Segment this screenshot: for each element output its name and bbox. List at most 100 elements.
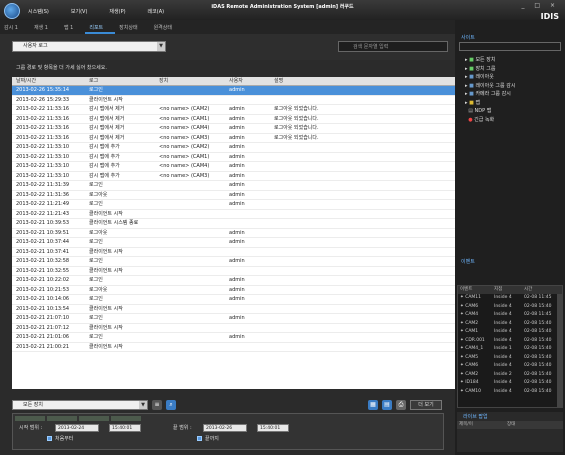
table-row[interactable]: 2013-02-21 10:14:06 로그인 admin — [12, 295, 465, 305]
table-view-icon[interactable]: ▤ — [382, 400, 392, 410]
table-row[interactable]: 2013-02-21 10:37:44 로그인 admin — [12, 238, 465, 248]
start-date-field[interactable]: 2013-02-24 — [55, 424, 99, 432]
table-row[interactable]: 2013-02-26 15:29:33 클라이언트 시작 — [12, 96, 465, 105]
tree-camera-group[interactable]: ▸ ■ 카메라 그룹 감시 — [455, 90, 565, 99]
table-row[interactable]: 2013-02-22 11:31:36 로그아웃 admin — [12, 191, 465, 200]
table-cell: 2013-02-22 11:21:49 — [16, 201, 70, 207]
tree-all-devices[interactable]: ▸ ■ 모든 장치 — [455, 56, 565, 65]
log-type-select[interactable]: 사용자 로그 ▼ — [12, 41, 166, 52]
start-time-field[interactable]: 15:40:01 — [109, 424, 141, 432]
event-col-event[interactable]: 이벤트 — [458, 286, 494, 294]
table-cell — [272, 276, 452, 285]
col-log[interactable]: 로그 — [87, 77, 157, 85]
table-row[interactable]: 2013-02-21 10:22:02 로그인 admin — [12, 276, 465, 286]
table-row[interactable]: 2013-02-21 10:37:41 클라이언트 시작 — [12, 248, 465, 257]
tree-device-group[interactable]: ▸ ■ 장치 그룹 — [455, 65, 565, 74]
event-row[interactable]: ✦ CAM6 Inside 4 02-08 15:40 — [458, 303, 562, 312]
event-row[interactable]: ✦ CDR.001 Inside 4 02-08 15:40 — [458, 337, 562, 346]
table-cell: admin — [229, 286, 245, 293]
tree-layout-group[interactable]: ▸ ■ 레이아웃 그룹 감시 — [455, 82, 565, 91]
event-row[interactable]: ✦ CAM6 Inside 4 02-08 15:40 — [458, 362, 562, 371]
grid-icon[interactable]: ▦ — [368, 400, 378, 410]
print-icon[interactable]: ⎙ — [396, 400, 406, 410]
table-cell: 2013-02-21 10:37:44 — [16, 239, 70, 245]
event-row[interactable]: ✦ CAM10 Inside 4 02-08 15:40 — [458, 388, 562, 397]
table-row[interactable]: 2013-02-21 10:13:54 클라이언트 시작 — [12, 305, 465, 314]
site-search-input[interactable] — [459, 42, 561, 51]
list-icon[interactable]: ≡ — [152, 400, 162, 410]
table-row[interactable]: 2013-02-22 11:33:10 감시 맵에 추가 <no name> (CA… — [12, 153, 465, 162]
col-user[interactable]: 사용자 — [227, 77, 272, 85]
table-row[interactable]: 2013-02-21 10:39:51 로그아웃 admin — [12, 229, 465, 238]
col-datetime[interactable]: 날짜/시간 — [12, 77, 87, 85]
table-row[interactable]: 2013-02-22 11:33:16 감시 맵에서 제거 <no name> (C… — [12, 134, 465, 143]
tree-layout[interactable]: ▸ ■ 레이아웃 — [455, 73, 565, 82]
table-cell: 로그인 — [89, 277, 103, 283]
event-col-site[interactable]: 지점 — [494, 286, 524, 294]
live-popup-col-1[interactable]: 제목/이 — [457, 421, 507, 429]
device-filter-select[interactable]: 모든 장치 ▼ — [12, 400, 148, 410]
table-row[interactable]: 2013-02-21 10:39:53 클라이언트 시스템 종료 — [12, 219, 465, 229]
table-row[interactable]: 2013-02-26 15:35:14 로그인 admin — [12, 86, 465, 96]
event-row[interactable]: ✦ CAM2 Inside 2 02-08 15:40 — [458, 371, 562, 380]
col-description[interactable]: 설명 — [272, 77, 452, 85]
table-row[interactable]: 2013-02-22 11:33:10 감시 맵에 추가 <no name> (CA… — [12, 172, 465, 181]
tab-map[interactable]: 맵 1 — [60, 20, 85, 34]
tree-map[interactable]: ▸ ■ 맵 — [455, 99, 565, 108]
window-controls[interactable]: _ □ × — [521, 2, 559, 9]
event-row[interactable]: ✦ CAM1 Inside 4 02-08 15:40 — [458, 328, 562, 337]
tab-remote-status[interactable]: 원격상태 — [150, 20, 184, 34]
table-row[interactable]: 2013-02-21 21:07:10 로그인 admin — [12, 314, 465, 324]
search-icon[interactable]: ⌕ — [166, 400, 176, 410]
col-device[interactable]: 장치 — [157, 77, 227, 85]
live-popup-col-2[interactable]: 장태 — [507, 421, 557, 429]
table-row[interactable]: 2013-02-22 11:33:10 감시 맵에 추가 <no name> (CA… — [12, 162, 465, 172]
menu-system[interactable]: 시스템(S) — [28, 8, 49, 15]
tab-playback[interactable]: 재생 1 — [30, 20, 60, 34]
event-col-time[interactable]: 시간 — [524, 286, 558, 294]
table-row[interactable]: 2013-02-21 10:32:55 클라이언트 시작 — [12, 267, 465, 276]
event-row[interactable]: ✦ CAM4 Inside 4 02-08 11:45 — [458, 311, 562, 320]
from-start-checkbox[interactable] — [47, 436, 52, 441]
to-end-checkbox[interactable] — [197, 436, 202, 441]
table-row[interactable]: 2013-02-21 10:32:58 로그인 admin — [12, 257, 465, 267]
tree-emergency-record[interactable]: ● 긴급 녹화 — [455, 116, 565, 125]
table-row[interactable]: 2013-02-22 11:33:10 감시 맵에 추가 <no name> (CA… — [12, 143, 465, 153]
end-date-field[interactable]: 2013-02-26 — [203, 424, 247, 432]
table-row[interactable]: 2013-02-22 11:31:39 로그인 admin — [12, 181, 465, 191]
event-scrollbar[interactable] — [557, 294, 562, 407]
table-row[interactable]: 2013-02-22 11:33:16 감시 맵에서 제거 <no name> (C… — [12, 105, 465, 115]
chevron-down-icon[interactable]: ▼ — [139, 401, 147, 409]
menu-record[interactable]: 레코(A) — [148, 8, 165, 15]
chevron-down-icon[interactable]: ▼ — [157, 42, 165, 51]
filter-header-3 — [79, 416, 109, 421]
search-input[interactable]: 검색 문자열 입력 — [338, 41, 448, 52]
event-cell: ✦ CAM10 — [458, 388, 494, 397]
tab-device-status[interactable]: 장치상태 — [115, 20, 149, 34]
table-row[interactable]: 2013-02-22 11:21:49 로그인 admin — [12, 200, 465, 210]
end-time-field[interactable]: 15:40:01 — [257, 424, 289, 432]
tree-ndp-map[interactable]: ▤ NDP 맵 — [455, 107, 565, 116]
table-cell: 2013-02-22 11:21:43 — [16, 210, 70, 217]
table-row[interactable]: 2013-02-22 11:21:43 클라이언트 시작 — [12, 210, 465, 219]
table-cell — [272, 238, 452, 247]
event-row[interactable]: ✦ CAM2 Inside 4 02-08 15:40 — [458, 320, 562, 329]
table-row[interactable]: 2013-02-22 11:33:16 감시 맵에서 제거 <no name> (C… — [12, 115, 465, 124]
table-row[interactable]: 2013-02-21 10:21:53 로그아웃 admin — [12, 286, 465, 295]
table-cell: 감시 맵에 추가 — [89, 172, 120, 179]
event-row[interactable]: ✦ CAM11 Inside 4 02-08 11:45 — [458, 294, 562, 303]
table-row[interactable]: 2013-02-21 21:01:06 로그인 admin — [12, 333, 465, 343]
table-cell: admin — [229, 334, 245, 340]
event-row[interactable]: ✦ CAM5 Inside 4 02-08 15:40 — [458, 354, 562, 363]
tab-monitor[interactable]: 감시 1 — [0, 20, 30, 34]
menu-playback[interactable]: 재생(P) — [109, 8, 125, 15]
event-name: CAM2 — [465, 371, 479, 377]
more-button[interactable]: 더 보기 — [410, 400, 442, 410]
tab-report[interactable]: 리포트 — [85, 20, 116, 34]
table-row[interactable]: 2013-02-22 11:33:16 감시 맵에서 제거 <no name> (C… — [12, 124, 465, 134]
table-row[interactable]: 2013-02-21 21:00:21 클라이언트 시작 — [12, 343, 465, 352]
table-row[interactable]: 2013-02-21 21:07:12 클라이언트 시작 — [12, 324, 465, 333]
menu-view[interactable]: 보기(V) — [71, 8, 88, 15]
event-row[interactable]: ✦ ID184 Inside 4 02-08 15:40 — [458, 379, 562, 388]
event-row[interactable]: ✦ CAM4_1 Inside 1 02-08 15:40 — [458, 345, 562, 354]
